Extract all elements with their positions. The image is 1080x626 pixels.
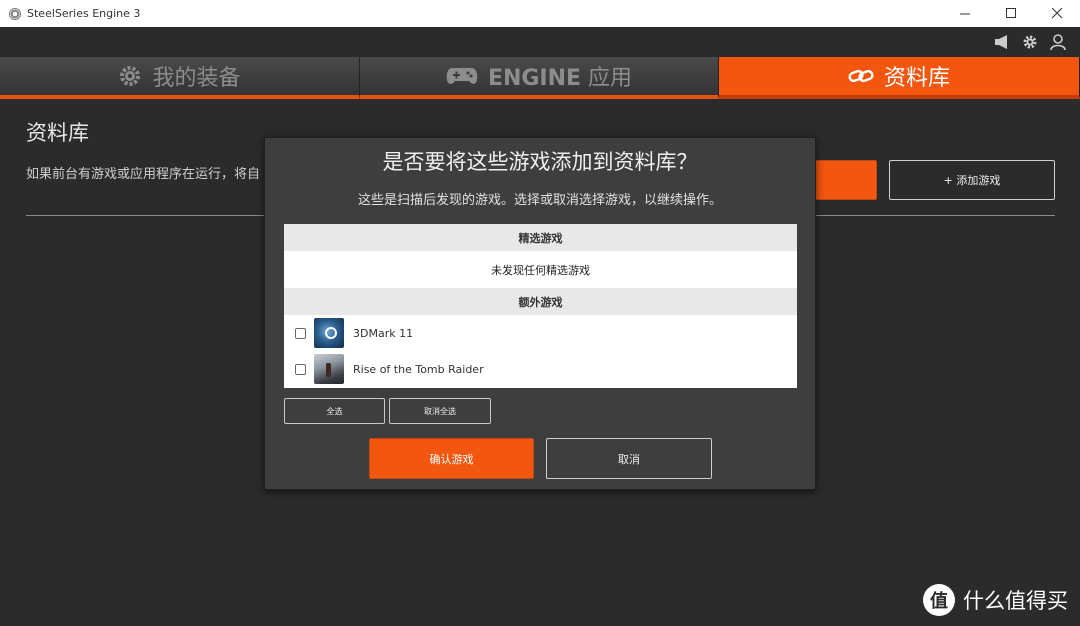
minimize-icon[interactable] (942, 0, 988, 27)
gear-icon[interactable] (1020, 32, 1040, 52)
tab-label: ENGINE 应用 (487, 66, 633, 91)
link-icon (848, 69, 874, 83)
featured-games-header: 精选游戏 (284, 224, 797, 251)
featured-games-empty-message: 未发现任何精选游戏 (491, 263, 590, 277)
window-titlebar: SteelSeries Engine 3 (0, 0, 1080, 27)
close-icon[interactable] (1034, 0, 1080, 27)
dialog-title: 是否要将这些游戏添加到资料库？ (382, 150, 698, 174)
game-name: 3DMark 11 (353, 326, 414, 340)
extra-games-header: 额外游戏 (284, 288, 797, 315)
tab-label: 我的装备 (152, 66, 241, 91)
watermark-logo-icon: 值 (923, 584, 955, 616)
utility-bar (0, 27, 1080, 57)
steam-icon (314, 318, 344, 348)
tab-library[interactable]: 资料库 (719, 57, 1080, 99)
steelseries-gear-icon (120, 66, 141, 86)
confirm-games-button[interactable]: 确认游戏 (369, 438, 534, 479)
tab-engine-apps[interactable]: ENGINE 应用 (360, 57, 719, 99)
megaphone-icon[interactable] (992, 32, 1012, 52)
add-games-dialog: 是否要将这些游戏添加到资料库？ 这些是扫描后发现的游戏。选择或取消选择游戏，以继… (264, 137, 816, 490)
window-controls (942, 0, 1080, 27)
maximize-icon[interactable] (988, 0, 1034, 27)
select-all-button[interactable]: 全选 (284, 398, 385, 424)
games-list: 精选游戏 未发现任何精选游戏 额外游戏 3DMark 11 Rise of th… (284, 224, 797, 388)
page-title: 资料库 (26, 121, 89, 145)
tab-my-gear[interactable]: 我的装备 (0, 57, 360, 99)
add-game-button[interactable]: + 添加游戏 (889, 160, 1055, 200)
gamepad-icon (446, 68, 478, 84)
user-profile-icon[interactable] (1048, 32, 1068, 52)
tomb-raider-thumbnail (314, 354, 344, 384)
game-name: Rise of the Tomb Raider (353, 362, 484, 376)
deselect-all-button[interactable]: 取消全选 (389, 398, 491, 424)
game-checkbox[interactable] (295, 327, 306, 339)
list-item[interactable]: 3DMark 11 (284, 315, 797, 351)
cancel-button[interactable]: 取消 (546, 438, 712, 479)
dialog-subtitle: 这些是扫描后发现的游戏。选择或取消选择游戏，以继续操作。 (357, 193, 722, 208)
page-description: 如果前台有游戏或应用程序在运行，将自 (26, 167, 261, 182)
watermark: 值 什么值得买 (923, 584, 1068, 616)
tab-label: 资料库 (883, 66, 950, 91)
window-title: SteelSeries Engine 3 (27, 7, 141, 20)
game-checkbox[interactable] (295, 363, 306, 375)
steelseries-logo-icon (9, 7, 21, 20)
watermark-text: 什么值得买 (963, 589, 1068, 613)
main-tabs: 我的装备 ENGINE 应用 资料库 (0, 57, 1080, 99)
list-item[interactable]: Rise of the Tomb Raider (284, 351, 797, 387)
